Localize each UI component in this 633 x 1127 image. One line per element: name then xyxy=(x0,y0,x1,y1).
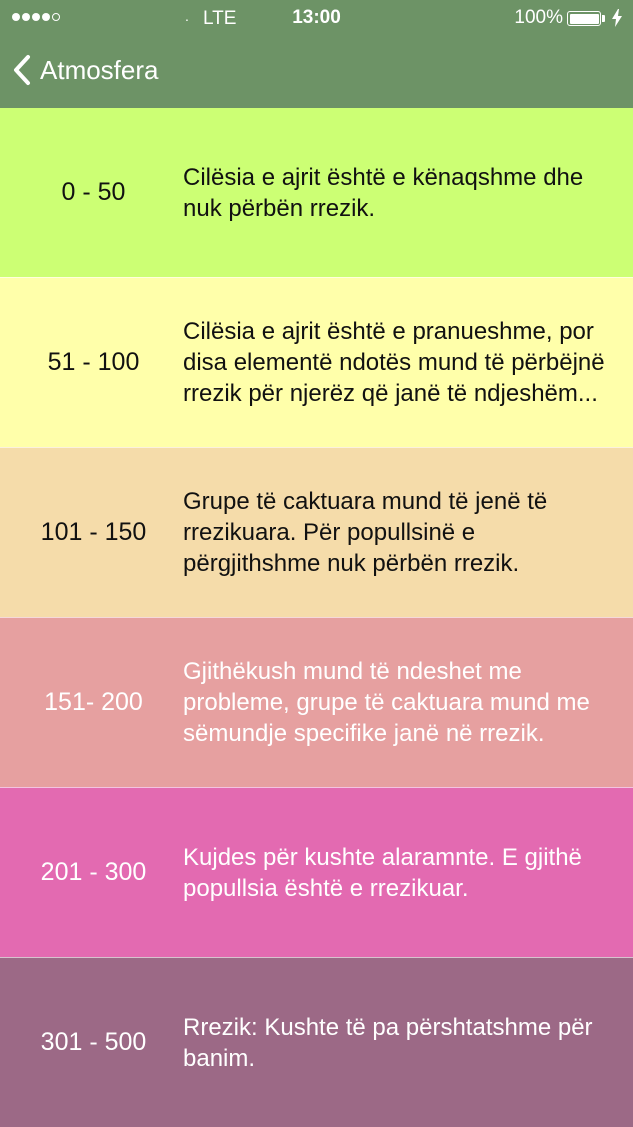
battery-percent: 100% xyxy=(514,7,563,28)
aqi-row[interactable]: 51 - 100 Cilësia e ajrit është e pranues… xyxy=(0,277,633,447)
aqi-range: 301 - 500 xyxy=(40,1028,147,1056)
aqi-row[interactable]: 301 - 500 Rrezik: Kushte të pa përshtats… xyxy=(0,957,633,1127)
aqi-row[interactable]: 101 - 150 Grupe të caktuara mund të jenë… xyxy=(0,447,633,617)
aqi-range: 0 - 50 xyxy=(61,178,126,206)
aqi-description: Kujdes për kushte alaramnte. E gjithë po… xyxy=(183,843,582,902)
battery-tip xyxy=(602,15,605,22)
aqi-row[interactable]: 201 - 300 Kujdes për kushte alaramnte. E… xyxy=(0,787,633,957)
battery-fill xyxy=(569,13,599,24)
aqi-list: 0 - 50 Cilësia e ajrit është e kënaqshme… xyxy=(0,108,633,1127)
aqi-description: Cilësia e ajrit është e kënaqshme dhe nu… xyxy=(183,163,584,222)
navigation-bar: Atmosfera xyxy=(0,40,633,104)
aqi-range: 51 - 100 xyxy=(47,348,140,376)
aqi-range: 101 - 150 xyxy=(40,518,147,546)
aqi-description: Cilësia e ajrit është e pranueshme, por … xyxy=(183,318,605,407)
battery-icon xyxy=(567,11,601,26)
back-button[interactable]: Atmosfera xyxy=(12,53,159,87)
aqi-description: Gjithëkush mund të ndeshet me probleme, … xyxy=(183,658,590,747)
charging-bolt-icon xyxy=(612,9,622,33)
aqi-row[interactable]: 0 - 50 Cilësia e ajrit është e kënaqshme… xyxy=(0,108,633,277)
aqi-description: Rrezik: Kushte të pa përshtatshme për ba… xyxy=(183,1013,593,1072)
chevron-left-icon xyxy=(12,54,32,86)
aqi-description: Grupe të caktuara mund të jenë të rrezik… xyxy=(183,488,548,577)
aqi-row[interactable]: 151- 200 Gjithëkush mund të ndeshet me p… xyxy=(0,617,633,787)
status-bar: . LTE 13:00 100% xyxy=(0,0,633,36)
aqi-range: 201 - 300 xyxy=(40,858,147,886)
app-header: . LTE 13:00 100% Atmosfera xyxy=(0,0,633,108)
back-label: Atmosfera xyxy=(40,55,159,85)
aqi-range: 151- 200 xyxy=(44,688,143,716)
